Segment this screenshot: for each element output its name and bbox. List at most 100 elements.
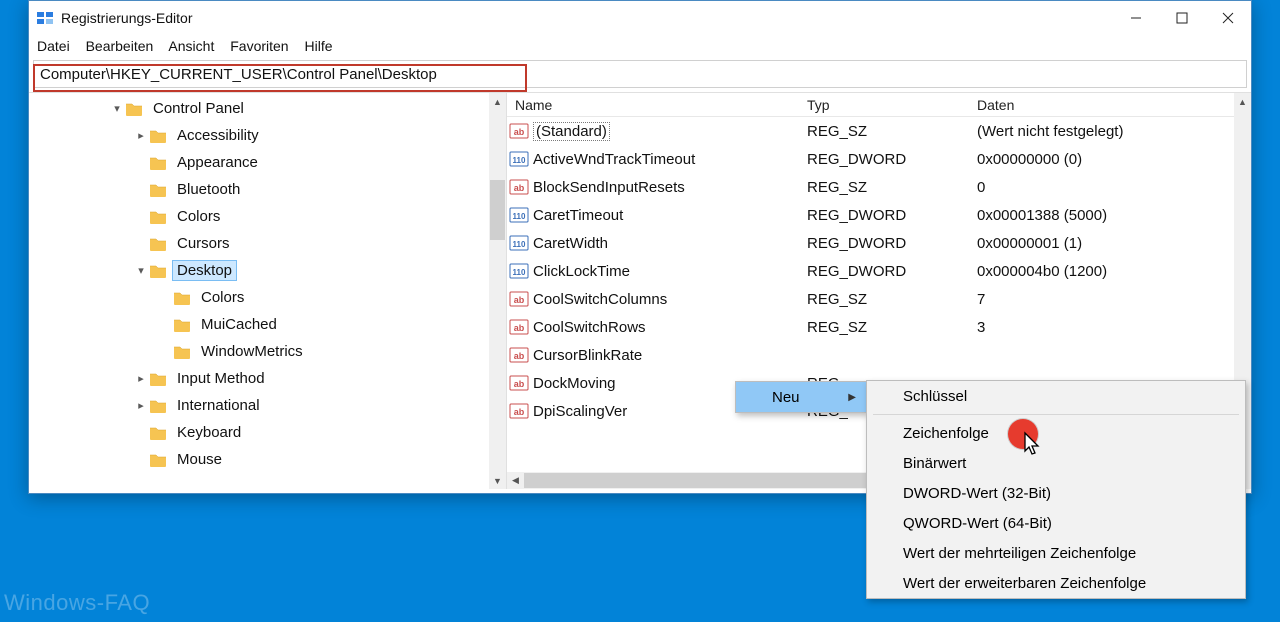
maximize-button[interactable] [1159, 1, 1205, 34]
context-item-neu[interactable]: Neu ▶ [736, 382, 866, 412]
tree-item-label: Keyboard [173, 423, 245, 442]
tree-item[interactable]: ▸Input Method [37, 365, 506, 392]
value-name: CoolSwitchColumns [533, 291, 807, 308]
list-row[interactable]: CaretWidthREG_DWORD0x00000001 (1) [507, 229, 1251, 257]
tree-item-label: Control Panel [149, 99, 248, 118]
scroll-thumb[interactable] [490, 180, 505, 240]
value-name: BlockSendInputResets [533, 179, 807, 196]
tree-item[interactable]: Mouse [37, 446, 506, 473]
chevron-down-icon[interactable]: ▾ [133, 264, 149, 277]
cursor-icon [1023, 431, 1043, 457]
tree-item-label: Colors [197, 288, 248, 307]
col-data[interactable]: Daten [977, 97, 1251, 113]
folder-icon [149, 209, 167, 225]
tree-item-label: Appearance [173, 153, 262, 172]
tree-item[interactable]: Colors [37, 203, 506, 230]
window-title: Registrierungs-Editor [61, 10, 193, 26]
tree-item-label: Mouse [173, 450, 226, 469]
string-value-icon [509, 122, 529, 140]
value-data: 0x000004b0 (1200) [977, 263, 1251, 280]
folder-icon [149, 371, 167, 387]
ctx-schluessel[interactable]: Schlüssel [867, 381, 1245, 411]
value-name: (Standard) [533, 123, 807, 140]
list-row[interactable]: ActiveWndTrackTimeoutREG_DWORD0x00000000… [507, 145, 1251, 173]
tree-item[interactable]: ▸International [37, 392, 506, 419]
value-data: 7 [977, 291, 1251, 308]
tree-item[interactable]: Keyboard [37, 419, 506, 446]
col-type[interactable]: Typ [807, 97, 977, 113]
tree-item-label: Cursors [173, 234, 234, 253]
list-row[interactable]: ClickLockTimeREG_DWORD0x000004b0 (1200) [507, 257, 1251, 285]
tree-item-label: Accessibility [173, 126, 263, 145]
col-name[interactable]: Name [507, 97, 807, 113]
value-data: 0x00000000 (0) [977, 151, 1251, 168]
tree-item[interactable]: Appearance [37, 149, 506, 176]
tree-item[interactable]: ▾ Control Panel [37, 95, 506, 122]
string-value-icon [509, 178, 529, 196]
scroll-left-icon[interactable]: ◀ [507, 475, 524, 486]
list-header: Name Typ Daten [507, 93, 1251, 117]
folder-icon [149, 425, 167, 441]
value-type: REG_SZ [807, 319, 977, 336]
menu-datei[interactable]: Datei [37, 38, 70, 54]
value-data: (Wert nicht festgelegt) [977, 123, 1251, 140]
tree-scrollbar[interactable]: ▲ ▼ [489, 93, 506, 489]
value-type: REG_SZ [807, 291, 977, 308]
folder-icon [149, 236, 167, 252]
menu-separator [873, 414, 1239, 415]
chevron-right-icon[interactable]: ▸ [133, 399, 149, 412]
ctx-qword64[interactable]: QWORD-Wert (64-Bit) [867, 508, 1245, 538]
close-button[interactable] [1205, 1, 1251, 34]
tree-item[interactable]: Colors [37, 284, 506, 311]
tree-item[interactable]: Cursors [37, 230, 506, 257]
ctx-binaerwert[interactable]: Binärwert [867, 448, 1245, 478]
folder-icon [149, 155, 167, 171]
list-row[interactable]: CursorBlinkRate [507, 341, 1251, 369]
tree-item[interactable]: WindowMetrics [37, 338, 506, 365]
value-data: 0 [977, 179, 1251, 196]
folder-icon [173, 344, 191, 360]
value-type: REG_DWORD [807, 235, 977, 252]
string-value-icon [509, 346, 529, 364]
context-submenu[interactable]: Schlüssel Zeichenfolge Binärwert DWORD-W… [866, 380, 1246, 599]
chevron-down-icon[interactable]: ▾ [109, 102, 125, 115]
ctx-multisz[interactable]: Wert der mehrteiligen Zeichenfolge [867, 538, 1245, 568]
tree-item-label: Bluetooth [173, 180, 244, 199]
scroll-up-icon[interactable]: ▲ [489, 93, 506, 110]
folder-icon [149, 452, 167, 468]
scroll-down-icon[interactable]: ▼ [489, 472, 506, 489]
tree-pane: ▾Control Panel▸AccessibilityAppearanceBl… [29, 93, 507, 489]
tree-item-label: Desktop [173, 261, 236, 280]
menu-ansicht[interactable]: Ansicht [168, 38, 214, 54]
tree-item[interactable]: MuiCached [37, 311, 506, 338]
titlebar[interactable]: Registrierungs-Editor [29, 1, 1251, 34]
ctx-dword32[interactable]: DWORD-Wert (32-Bit) [867, 478, 1245, 508]
address-bar[interactable] [33, 60, 1247, 88]
folder-icon [149, 182, 167, 198]
list-row[interactable]: CoolSwitchRowsREG_SZ3 [507, 313, 1251, 341]
menu-bearbeiten[interactable]: Bearbeiten [86, 38, 154, 54]
chevron-right-icon[interactable]: ▸ [133, 372, 149, 385]
tree-item[interactable]: ▾ Desktop [37, 257, 506, 284]
value-name: CaretTimeout [533, 207, 807, 224]
scroll-up-icon[interactable]: ▲ [1234, 93, 1251, 110]
ctx-expandsz[interactable]: Wert der erweiterbaren Zeichenfolge [867, 568, 1245, 598]
folder-icon [149, 128, 167, 144]
chevron-right-icon[interactable]: ▸ [133, 129, 149, 142]
list-row[interactable]: BlockSendInputResetsREG_SZ0 [507, 173, 1251, 201]
watermark: Windows-FAQ [4, 590, 150, 616]
list-row[interactable]: (Standard)REG_SZ(Wert nicht festgelegt) [507, 117, 1251, 145]
list-row[interactable]: CoolSwitchColumnsREG_SZ7 [507, 285, 1251, 313]
tree-item[interactable]: Bluetooth [37, 176, 506, 203]
context-menu[interactable]: Neu ▶ [735, 381, 867, 413]
value-data: 0x00001388 (5000) [977, 207, 1251, 224]
menu-favoriten[interactable]: Favoriten [230, 38, 288, 54]
ctx-zeichenfolge[interactable]: Zeichenfolge [867, 418, 1245, 448]
list-row[interactable]: CaretTimeoutREG_DWORD0x00001388 (5000) [507, 201, 1251, 229]
value-type: REG_DWORD [807, 207, 977, 224]
string-value-icon [509, 402, 529, 420]
folder-icon [149, 263, 167, 279]
menu-hilfe[interactable]: Hilfe [304, 38, 332, 54]
tree-item[interactable]: ▸ Accessibility [37, 122, 506, 149]
minimize-button[interactable] [1113, 1, 1159, 34]
